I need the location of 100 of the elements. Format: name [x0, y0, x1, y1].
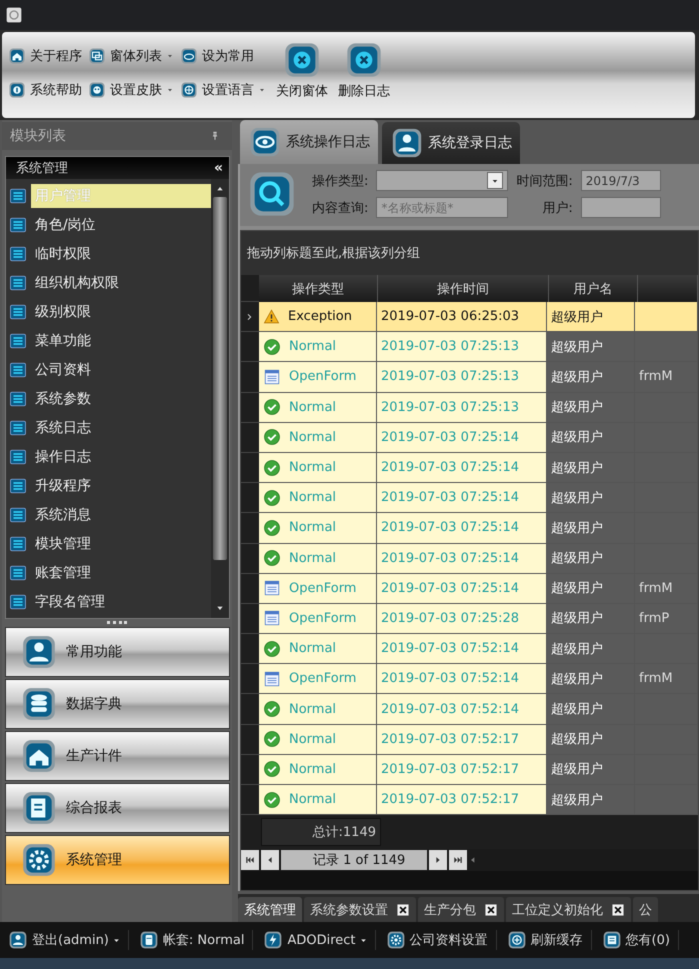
toolbar-button[interactable]: 关闭窗体 [276, 40, 328, 100]
toolbar-button[interactable]: 设置皮肤 [88, 79, 174, 101]
nav-button[interactable]: 常用功能 [5, 627, 230, 677]
table-row[interactable]: Normal 2019-07-03 07:52:17 超级用户 [241, 785, 698, 816]
table-row[interactable]: Normal 2019-07-03 07:25:13 超级用户 [241, 392, 698, 423]
table-cell: 超级用户 [547, 422, 635, 453]
table-row[interactable]: OpenForm 2019-07-03 07:25:13 超级用户 frmM [241, 362, 698, 393]
nav-button[interactable]: 综合报表 [5, 783, 230, 833]
status-item[interactable]: ADODirect [263, 930, 376, 950]
nav-button[interactable]: 系统管理 [5, 835, 230, 885]
table-row[interactable]: Normal 2019-07-03 07:25:14 超级用户 [241, 422, 698, 453]
scrollbar[interactable] [211, 179, 229, 618]
table-cell: 2019-07-03 06:25:03 [377, 302, 547, 332]
dropdown-field[interactable] [376, 170, 508, 191]
first-button[interactable] [241, 850, 259, 870]
toolbar-button[interactable]: 设置语言 [180, 79, 266, 101]
input-field[interactable]: 2019/7/3 [580, 170, 661, 191]
table-row[interactable]: Exception 2019-07-03 06:25:03 超级用户 [241, 302, 698, 332]
table-cell: 2019-07-03 07:52:17 [377, 754, 547, 785]
table-cell: 2019-07-03 07:52:17 [377, 785, 547, 816]
table-cell: 2019-07-03 07:25:14 [377, 544, 547, 574]
tab[interactable]: 系统操作日志 [240, 120, 378, 164]
table-row[interactable]: Normal 2019-07-03 07:25:14 超级用户 [241, 483, 698, 514]
list-icon [9, 274, 27, 292]
document-tab[interactable]: 系统管理 [238, 897, 302, 922]
table-cell: Normal [289, 400, 336, 415]
table-row[interactable]: OpenForm 2019-07-03 07:52:14 超级用户 frmM [241, 664, 698, 694]
last-button[interactable] [449, 850, 468, 870]
status-item[interactable]: 刷新缓存 [506, 930, 592, 950]
document-tab[interactable]: 生产分包 [418, 897, 504, 922]
input-field[interactable]: *名称或标题* [376, 197, 508, 218]
document-tab[interactable]: 公 [633, 897, 658, 922]
previous-button[interactable] [261, 850, 279, 870]
input-field[interactable] [580, 197, 661, 218]
table-cell: OpenForm [289, 369, 356, 384]
toolbar-button[interactable]: 系统帮助 [8, 79, 82, 101]
nav-button[interactable]: 生产计件 [5, 731, 230, 781]
table-cell: 2019-07-03 07:25:13 [377, 362, 547, 393]
table-row[interactable]: Normal 2019-07-03 07:52:14 超级用户 [241, 694, 698, 725]
table-cell: 2019-07-03 07:25:14 [377, 422, 547, 453]
form-icon [263, 368, 281, 386]
list-icon [9, 390, 27, 408]
module-item[interactable]: 公司资料 [31, 358, 211, 382]
status-item[interactable]: 登出(admin) [8, 930, 129, 950]
module-item[interactable]: 系统日志 [31, 416, 211, 440]
table-row[interactable]: OpenForm 2019-07-03 07:25:14 超级用户 frmM [241, 574, 698, 604]
table-row[interactable]: Normal 2019-07-03 07:25:14 超级用户 [241, 513, 698, 544]
check-icon [263, 458, 281, 477]
form-icon [263, 670, 281, 688]
nav-button[interactable]: 数据字典 [5, 679, 230, 729]
table-cell: 超级用户 [547, 332, 635, 362]
globe-icon [180, 81, 198, 99]
list-icon [9, 216, 27, 234]
table-cell: 2019-07-03 07:52:14 [377, 664, 547, 694]
table-row[interactable]: Normal 2019-07-03 07:52:17 超级用户 [241, 754, 698, 785]
table-row[interactable]: Normal 2019-07-03 07:52:17 超级用户 [241, 724, 698, 755]
module-item[interactable]: 级别权限 [31, 300, 211, 324]
settings-icon [20, 841, 58, 879]
table-row[interactable]: OpenForm 2019-07-03 07:25:28 超级用户 frmP [241, 604, 698, 634]
module-item[interactable]: 菜单功能 [31, 328, 211, 352]
table-cell: 超级用户 [547, 785, 635, 816]
check-icon [263, 640, 281, 658]
toolbar-button[interactable]: 删除日志 [338, 40, 390, 100]
toolbar-button[interactable]: 关于程序 [8, 45, 82, 67]
collapse-button[interactable]: « [214, 160, 223, 176]
group-title: 系统管理 [16, 160, 68, 177]
check-icon [263, 488, 281, 507]
warning-icon [263, 308, 280, 326]
message-icon [602, 930, 622, 950]
table-row[interactable]: Normal 2019-07-03 07:52:14 超级用户 [241, 634, 698, 664]
module-item[interactable]: 系统参数 [31, 386, 211, 410]
module-item[interactable]: 临时权限 [31, 242, 211, 266]
toolbar-button[interactable]: 窗体列表 [88, 45, 174, 67]
module-item[interactable]: 升级程序 [31, 474, 211, 498]
table-row[interactable]: Normal 2019-07-03 07:25:14 超级用户 [241, 452, 698, 484]
module-item[interactable]: 角色/岗位 [31, 212, 211, 236]
document-tab[interactable]: 工位定义初始化 [506, 897, 631, 922]
check-icon [263, 549, 281, 568]
scroll-thumb[interactable] [213, 197, 227, 560]
status-item[interactable]: 公司资料设置 [386, 930, 497, 950]
status-item[interactable]: 帐套: Normal [138, 930, 254, 950]
document-tab[interactable]: 系统参数设置 [304, 897, 416, 922]
module-item[interactable]: 系统消息 [31, 502, 211, 526]
table-cell [635, 332, 698, 362]
module-item[interactable]: 操作日志 [31, 444, 211, 468]
next-button[interactable] [429, 850, 448, 870]
table-row[interactable]: Normal 2019-07-03 07:25:13 超级用户 [241, 332, 698, 362]
table-row[interactable]: Normal 2019-07-03 07:25:14 超级用户 [241, 544, 698, 574]
lightning-icon [263, 930, 284, 950]
tab[interactable]: 系统登录日志 [382, 122, 520, 164]
toolbar-button[interactable]: 设为常用 [180, 45, 266, 67]
table-cell: 超级用户 [547, 634, 635, 664]
module-item[interactable]: 组织机构权限 [31, 270, 211, 294]
plus-icon [506, 930, 527, 950]
status-item[interactable]: 您有(0) [602, 930, 679, 950]
module-item[interactable]: 模块管理 [31, 532, 211, 556]
module-item[interactable]: 字段名管理 [31, 590, 211, 614]
user-icon [390, 126, 424, 160]
module-item[interactable]: 账套管理 [31, 560, 211, 584]
table-cell: 超级用户 [547, 664, 635, 694]
